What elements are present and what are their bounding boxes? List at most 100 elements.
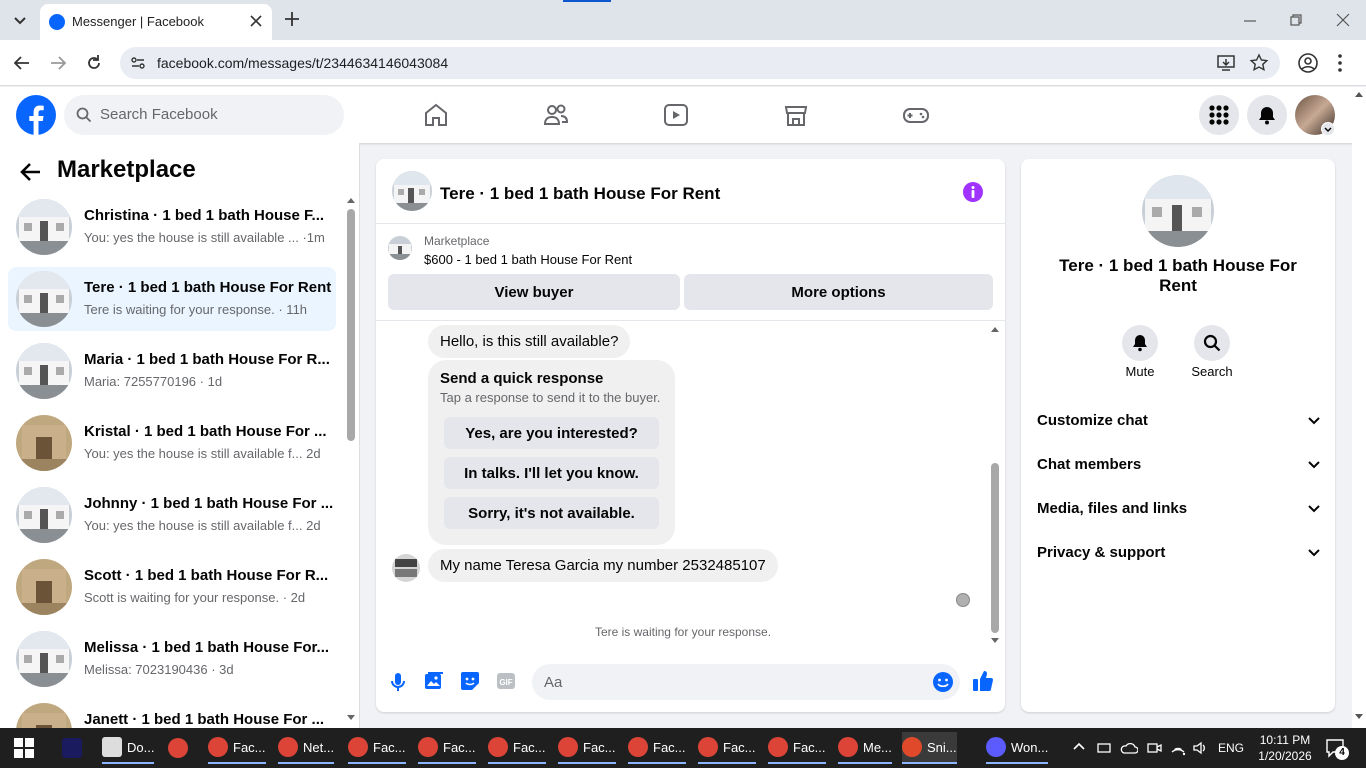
taskbar-item[interactable]: Fac... (628, 732, 686, 764)
listing-label: Marketplace (424, 234, 490, 248)
install-app-icon[interactable] (1216, 53, 1236, 73)
taskbar-item[interactable]: Fac... (488, 732, 546, 764)
taskbar-item[interactable]: Fac... (348, 732, 406, 764)
conversation-item[interactable]: Maria · 1 bed 1 bath House For R... Maria… (8, 339, 336, 403)
notification-center-icon[interactable]: 4 (1325, 738, 1349, 760)
customize-chat-section[interactable]: Customize chat (1037, 402, 1321, 438)
taskbar-item[interactable]: Do... (102, 732, 155, 764)
conversation-item[interactable]: Tere · 1 bed 1 bath House For Rent Tere i… (8, 267, 336, 331)
taskbar-item[interactable]: Me... (838, 732, 892, 764)
conversation-scrollbar[interactable] (345, 193, 357, 728)
chat-scroll-thumb[interactable] (991, 463, 999, 633)
taskbar-item[interactable] (62, 732, 87, 764)
window-close-icon[interactable] (1335, 12, 1351, 28)
forward-icon[interactable] (48, 53, 68, 73)
tab-search-icon[interactable] (10, 10, 30, 30)
quick-response-unavailable-button[interactable]: Sorry, it's not available. (444, 497, 659, 529)
browser-tab[interactable]: Messenger | Facebook (40, 4, 272, 40)
privacy-support-section[interactable]: Privacy & support (1037, 534, 1321, 570)
gaming-icon[interactable] (902, 101, 930, 129)
info-icon[interactable] (962, 181, 984, 203)
chrome-icon (418, 737, 438, 757)
taskbar-item-label: Fac... (513, 739, 546, 755)
clock[interactable]: 10:11 PM 1/20/2026 (1252, 732, 1318, 764)
sticker-icon[interactable] (460, 671, 480, 691)
new-tab-icon[interactable] (283, 10, 301, 28)
chat-scrollbar[interactable] (988, 323, 1002, 649)
facebook-search[interactable]: Search Facebook (64, 95, 344, 135)
minimize-icon[interactable] (1242, 13, 1258, 29)
message-bubble-1[interactable]: Hello, is this still available? (428, 325, 631, 358)
photo-icon[interactable] (424, 671, 444, 691)
conversation-item[interactable]: Scott · 1 bed 1 bath House For R... Scott… (8, 555, 336, 619)
conversation-item[interactable]: Melissa · 1 bed 1 bath House For... Melis… (8, 627, 336, 691)
home-icon[interactable] (422, 101, 450, 129)
power-plug-icon[interactable] (1096, 740, 1112, 756)
facebook-logo-icon[interactable] (16, 95, 56, 135)
info-avatar[interactable] (1142, 175, 1214, 247)
browser-menu-icon[interactable] (1336, 53, 1344, 73)
profile-icon[interactable] (1297, 52, 1319, 74)
microphone-icon[interactable] (390, 672, 406, 692)
taskbar-item[interactable]: Net... (278, 732, 335, 764)
menu-grid-button[interactable] (1199, 95, 1239, 135)
taskbar-item[interactable]: Fac... (558, 732, 616, 764)
listing-thumbnail (16, 343, 72, 399)
meet-now-icon[interactable] (1146, 740, 1162, 756)
chat-members-section[interactable]: Chat members (1037, 446, 1321, 482)
taskbar-item[interactable]: Fac... (698, 732, 756, 764)
search-conversation-button[interactable] (1194, 325, 1230, 361)
taskbar-item[interactable]: Fac... (768, 732, 826, 764)
quick-response-talks-button[interactable]: In talks. I'll let you know. (444, 457, 659, 489)
volume-icon[interactable] (1192, 740, 1208, 756)
language-indicator[interactable]: ENG (1218, 741, 1244, 755)
restore-icon[interactable] (1288, 12, 1304, 28)
more-options-button[interactable]: More options (684, 274, 993, 310)
chat-header-avatar[interactable] (392, 171, 432, 211)
back-icon[interactable] (12, 53, 32, 73)
onedrive-icon[interactable] (1120, 740, 1138, 756)
grid-icon (1209, 105, 1229, 125)
message-bubble-2[interactable]: My name Teresa Garcia my number 25324851… (428, 549, 778, 582)
mute-button[interactable] (1122, 325, 1158, 361)
account-chevron-icon[interactable] (1321, 122, 1335, 136)
buyer-avatar[interactable] (392, 554, 420, 582)
tray-chevron-up-icon[interactable] (1072, 740, 1086, 754)
taskbar-item[interactable]: Fac... (208, 732, 266, 764)
conversation-item[interactable]: Janett · 1 bed 1 bath House For ... (8, 699, 336, 728)
taskbar-item[interactable]: Fac... (418, 732, 476, 764)
marketplace-icon[interactable] (782, 101, 810, 129)
bookmark-star-icon[interactable] (1249, 53, 1269, 73)
listing-thumbnail[interactable] (388, 236, 412, 260)
site-info-icon[interactable] (130, 55, 146, 71)
friends-icon[interactable] (542, 101, 570, 129)
conversation-item[interactable]: Johnny · 1 bed 1 bath House For ... You: … (8, 483, 336, 547)
address-bar[interactable]: facebook.com/messages/t/2344634146043084 (120, 47, 1280, 79)
gif-icon[interactable]: GIF (496, 671, 516, 691)
windows-start-icon[interactable] (14, 738, 34, 758)
message-composer[interactable]: Aa (532, 664, 960, 700)
thumbs-up-icon[interactable] (972, 669, 994, 693)
view-buyer-button[interactable]: View buyer (388, 274, 680, 310)
conversation-item[interactable]: Christina · 1 bed 1 bath House F... You: … (8, 195, 336, 259)
search-placeholder: Search Facebook (100, 106, 218, 123)
chat-title[interactable]: Tere · 1 bed 1 bath House For Rent (440, 184, 720, 204)
listing-title[interactable]: $600 - 1 bed 1 bath House For Rent (424, 252, 632, 267)
wifi-icon[interactable] (1170, 740, 1186, 756)
emoji-icon[interactable] (932, 671, 954, 693)
taskbar-item[interactable] (168, 732, 193, 764)
watch-icon[interactable] (662, 101, 690, 129)
conversation-scroll-thumb[interactable] (347, 209, 355, 441)
taskbar-item[interactable]: Won... (986, 732, 1049, 764)
page-scrollbar[interactable] (1352, 87, 1366, 728)
conversation-item[interactable]: Kristal · 1 bed 1 bath House For ... You:… (8, 411, 336, 475)
back-arrow-icon[interactable] (20, 161, 42, 183)
media-files-links-section[interactable]: Media, files and links (1037, 490, 1321, 526)
reload-icon[interactable] (84, 53, 104, 73)
snipping-tool-icon (902, 737, 922, 757)
tab-close-icon[interactable] (248, 13, 264, 29)
taskbar-item[interactable]: Sni... (902, 732, 957, 764)
quick-response-yes-button[interactable]: Yes, are you interested? (444, 417, 659, 449)
conversation-title: Janett · 1 bed 1 bath House For ... (84, 711, 325, 728)
notifications-button[interactable] (1247, 95, 1287, 135)
